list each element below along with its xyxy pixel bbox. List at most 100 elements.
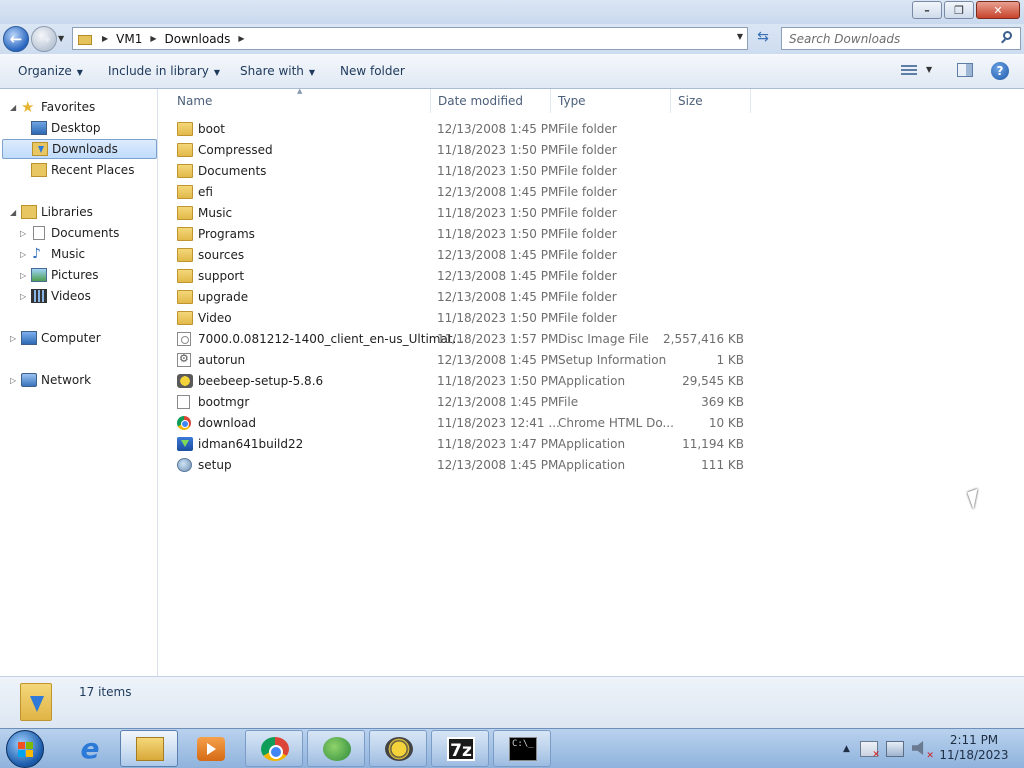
file-name: bootmgr bbox=[198, 395, 250, 409]
file-type: File folder bbox=[558, 164, 617, 178]
file-date-modified: 12/13/2008 1:45 PM bbox=[437, 353, 559, 367]
new-folder-button[interactable]: New folder bbox=[340, 64, 405, 78]
nav-desktop[interactable]: Desktop bbox=[0, 118, 158, 138]
nav-pictures[interactable]: ▷ Pictures bbox=[0, 265, 158, 285]
file-row[interactable]: Video 11/18/2023 1:50 PM File folder bbox=[171, 308, 751, 329]
back-button[interactable]: ← bbox=[3, 26, 29, 52]
breadcrumb-vm1[interactable]: VM1 bbox=[116, 32, 142, 46]
collapsed-triangle-icon[interactable]: ▷ bbox=[20, 250, 26, 259]
forward-arrow-icon: → bbox=[37, 30, 51, 48]
volume-muted-icon[interactable]: ✕ bbox=[911, 741, 934, 761]
help-icon[interactable]: ? bbox=[991, 62, 1009, 80]
address-dropdown-icon[interactable]: ▼ bbox=[737, 32, 743, 41]
file-row[interactable]: setup 12/13/2008 1:45 PM Application 111 KB bbox=[171, 455, 751, 476]
organize-menu[interactable]: Organize ▼ bbox=[18, 64, 83, 78]
nav-computer[interactable]: ▷ Computer bbox=[0, 328, 158, 348]
file-size: 10 KB bbox=[708, 416, 744, 430]
file-row[interactable]: Music 11/18/2023 1:50 PM File folder bbox=[171, 203, 751, 224]
share-with-menu[interactable]: Share with ▼ bbox=[240, 64, 315, 78]
taskbar-command-prompt[interactable]: C:\_ bbox=[493, 730, 551, 767]
bee-app-icon bbox=[177, 374, 193, 388]
column-header-size[interactable]: Size bbox=[671, 89, 751, 113]
file-row[interactable]: support 12/13/2008 1:45 PM File folder bbox=[171, 266, 751, 287]
file-row[interactable]: 7000.0.081212-1400_client_en-us_Ultimat.… bbox=[171, 329, 751, 350]
column-header-name[interactable]: Name ▲ bbox=[159, 87, 431, 113]
file-row[interactable]: bootmgr 12/13/2008 1:45 PM File 369 KB bbox=[171, 392, 751, 413]
preview-pane-icon[interactable] bbox=[957, 63, 973, 77]
taskbar-chrome[interactable] bbox=[245, 730, 303, 767]
nav-libraries[interactable]: ◢ Libraries bbox=[0, 202, 158, 222]
refresh-button[interactable]: ⇆ bbox=[752, 29, 774, 49]
taskbar-beebeep[interactable] bbox=[369, 730, 427, 767]
nav-music[interactable]: ▷ ♪ Music bbox=[0, 244, 158, 264]
chevron-right-icon[interactable]: ▶ bbox=[102, 34, 108, 43]
file-row[interactable]: Compressed 11/18/2023 1:50 PM File folder bbox=[171, 140, 751, 161]
include-in-library-menu[interactable]: Include in library ▼ bbox=[108, 64, 220, 78]
taskbar-internet-explorer[interactable]: e bbox=[60, 730, 118, 767]
network-status-icon[interactable] bbox=[885, 741, 904, 757]
file-row[interactable]: download 11/18/2023 12:41 ... Chrome HTML … bbox=[171, 413, 751, 434]
action-center-flag-icon[interactable] bbox=[859, 741, 880, 760]
nav-label: Recent Places bbox=[51, 163, 135, 177]
file-date-modified: 12/13/2008 1:45 PM bbox=[437, 290, 559, 304]
collapsed-triangle-icon[interactable]: ▷ bbox=[20, 271, 26, 280]
folder-icon bbox=[177, 185, 193, 199]
collapsed-triangle-icon[interactable]: ▷ bbox=[20, 229, 26, 238]
maximize-button[interactable]: ❐ bbox=[944, 1, 974, 19]
nav-network[interactable]: ▷ Network bbox=[0, 370, 158, 390]
taskbar-idm[interactable] bbox=[307, 730, 365, 767]
expand-triangle-icon[interactable]: ◢ bbox=[10, 208, 16, 217]
forward-button[interactable]: → bbox=[31, 26, 57, 52]
file-row[interactable]: autorun 12/13/2008 1:45 PMSetup Informati… bbox=[171, 350, 751, 371]
file-icon bbox=[177, 395, 190, 409]
chevron-right-icon[interactable]: ▶ bbox=[238, 34, 244, 43]
file-row[interactable]: beebeep-setup-5.8.6 11/18/2023 1:50 PM App… bbox=[171, 371, 751, 392]
search-input[interactable] bbox=[782, 28, 992, 49]
nav-recent-places[interactable]: Recent Places bbox=[0, 160, 158, 180]
file-row[interactable]: Programs 11/18/2023 1:50 PM File folder bbox=[171, 224, 751, 245]
change-view-icon[interactable] bbox=[901, 63, 917, 77]
nav-videos[interactable]: ▷ Videos bbox=[0, 286, 158, 306]
minimize-button[interactable]: – bbox=[912, 1, 942, 19]
file-type: Application bbox=[558, 458, 626, 472]
close-button[interactable]: ✕ bbox=[976, 1, 1020, 19]
clock[interactable]: 2:11 PM 11/18/2023 bbox=[934, 733, 1014, 763]
bee-app-icon bbox=[385, 737, 413, 761]
file-row[interactable]: efi 12/13/2008 1:45 PM File folder bbox=[171, 182, 751, 203]
nav-favorites[interactable]: ◢ ★ Favorites bbox=[0, 97, 158, 117]
windows-logo-icon bbox=[18, 742, 34, 758]
expand-triangle-icon[interactable]: ◢ bbox=[10, 103, 16, 112]
file-row[interactable]: upgrade 12/13/2008 1:45 PM File folder bbox=[171, 287, 751, 308]
window-controls: – ❐ ✕ bbox=[910, 1, 1020, 19]
file-name: beebeep-setup-5.8.6 bbox=[198, 374, 324, 388]
column-header-date[interactable]: Date modified bbox=[431, 89, 551, 113]
collapsed-triangle-icon[interactable]: ▷ bbox=[20, 292, 26, 301]
show-hidden-icons-icon[interactable]: ▲ bbox=[843, 744, 850, 754]
nav-documents[interactable]: ▷ Documents bbox=[0, 223, 158, 243]
chrome-icon bbox=[177, 416, 191, 430]
file-row[interactable]: Documents 11/18/2023 1:50 PM File folder bbox=[171, 161, 751, 182]
column-header-label: Date modified bbox=[438, 94, 524, 108]
view-options-dropdown-icon[interactable]: ▼ bbox=[926, 65, 932, 74]
collapsed-triangle-icon[interactable]: ▷ bbox=[10, 334, 16, 343]
column-header-type[interactable]: Type bbox=[551, 89, 671, 113]
taskbar-media-player[interactable] bbox=[181, 730, 239, 767]
breadcrumb-downloads[interactable]: Downloads bbox=[165, 32, 231, 46]
search-icon[interactable] bbox=[1000, 31, 1014, 45]
file-date-modified: 11/18/2023 1:50 PM bbox=[437, 206, 559, 220]
search-box[interactable] bbox=[781, 27, 1021, 50]
nav-label: Computer bbox=[41, 331, 101, 345]
address-bar[interactable]: ▶ VM1 ▶ Downloads ▶ ▼ bbox=[72, 27, 748, 50]
chevron-right-icon[interactable]: ▶ bbox=[150, 34, 156, 43]
file-row[interactable]: idman641build22 11/18/2023 1:47 PM Applica… bbox=[171, 434, 751, 455]
collapsed-triangle-icon[interactable]: ▷ bbox=[10, 376, 16, 385]
nav-label: Pictures bbox=[51, 268, 99, 282]
nav-downloads[interactable]: Downloads bbox=[2, 139, 157, 159]
file-row[interactable]: sources 12/13/2008 1:45 PM File folder bbox=[171, 245, 751, 266]
recent-pages-dropdown-icon[interactable]: ▼ bbox=[58, 34, 64, 43]
taskbar-windows-explorer[interactable] bbox=[120, 730, 178, 767]
start-button[interactable] bbox=[6, 730, 44, 768]
taskbar-7zip[interactable]: 7z bbox=[431, 730, 489, 767]
file-row[interactable]: boot 12/13/2008 1:45 PM File folder bbox=[171, 119, 751, 140]
file-date-modified: 12/13/2008 1:45 PM bbox=[437, 248, 559, 262]
